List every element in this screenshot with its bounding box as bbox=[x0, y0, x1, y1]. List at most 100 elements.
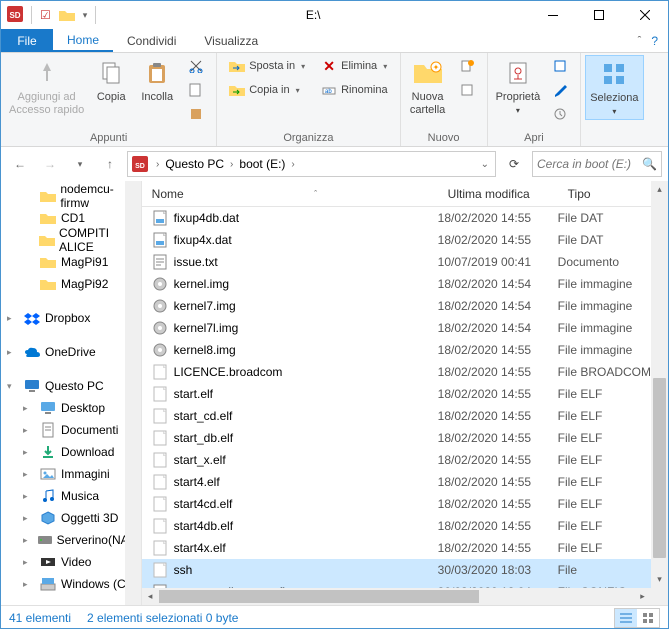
select-button[interactable]: Seleziona▾ bbox=[585, 55, 643, 120]
file-row[interactable]: kernel7l.img18/02/2020 14:54File immagin… bbox=[142, 317, 651, 339]
expand-icon[interactable]: ▸ bbox=[7, 313, 19, 324]
column-name[interactable]: Nome bbox=[152, 187, 184, 201]
nav-item[interactable]: ▸OneDrive bbox=[1, 341, 141, 363]
recent-locations-dropdown[interactable]: ▾ bbox=[67, 151, 93, 177]
file-tab[interactable]: File bbox=[1, 29, 53, 52]
file-row[interactable]: LICENCE.broadcom18/02/2020 14:55File BRO… bbox=[142, 361, 651, 383]
expand-icon[interactable]: ▸ bbox=[23, 425, 35, 436]
nav-item[interactable]: ▸Dropbox bbox=[1, 307, 141, 329]
move-to-button[interactable]: Sposta in▾ bbox=[225, 55, 309, 77]
horizontal-scrollbar[interactable]: ◂▸ bbox=[142, 588, 651, 605]
view-tab[interactable]: Visualizza bbox=[190, 29, 272, 52]
ribbon-collapse-icon[interactable]: ˆ bbox=[638, 35, 642, 47]
navigation-pane[interactable]: nodemcu-firmwCD1COMPITI ALICEMagPi91MagP… bbox=[1, 181, 141, 605]
new-folder-button[interactable]: ✦ Nuova cartella bbox=[405, 55, 451, 118]
expand-icon[interactable]: ▾ bbox=[7, 381, 19, 392]
nav-item[interactable]: ▸Desktop bbox=[1, 397, 141, 419]
history-button[interactable] bbox=[548, 103, 572, 125]
properties-button[interactable]: Proprietà▾ bbox=[492, 55, 545, 118]
pin-button[interactable]: Aggiungi ad Accesso rapido bbox=[5, 55, 88, 118]
file-row[interactable]: wpa_supplicant.config30/03/2020 18:04Fil… bbox=[142, 581, 651, 588]
file-row[interactable]: fixup4db.dat18/02/2020 14:55File DAT bbox=[142, 207, 651, 229]
expand-icon[interactable]: ▸ bbox=[23, 447, 35, 458]
expand-icon[interactable]: ▸ bbox=[23, 557, 35, 568]
copy-button[interactable]: Copia bbox=[88, 55, 134, 106]
file-row[interactable]: start_db.elf18/02/2020 14:55File ELF bbox=[142, 427, 651, 449]
share-tab[interactable]: Condividi bbox=[113, 29, 190, 52]
rename-button[interactable]: abRinomina bbox=[317, 79, 391, 101]
help-icon[interactable]: ? bbox=[651, 34, 658, 48]
refresh-button[interactable]: ⟳ bbox=[500, 151, 528, 177]
maximize-button[interactable] bbox=[576, 1, 622, 29]
file-row[interactable]: fixup4x.dat18/02/2020 14:55File DAT bbox=[142, 229, 651, 251]
file-row[interactable]: kernel7.img18/02/2020 14:54File immagine bbox=[142, 295, 651, 317]
expand-icon[interactable]: ▸ bbox=[7, 347, 19, 358]
file-row[interactable]: kernel.img18/02/2020 14:54File immagine bbox=[142, 273, 651, 295]
nav-item[interactable]: nodemcu-firmw bbox=[1, 185, 141, 207]
breadcrumb-root-chevron[interactable]: › bbox=[152, 159, 163, 170]
breadcrumb-seg-thispc[interactable]: Questo PC bbox=[165, 157, 224, 171]
nav-item[interactable]: MagPi91 bbox=[1, 251, 141, 273]
search-icon[interactable]: 🔍 bbox=[642, 157, 657, 171]
nav-item[interactable]: ▸Video bbox=[1, 551, 141, 573]
delete-button[interactable]: ✕Elimina▾ bbox=[317, 55, 391, 77]
expand-icon[interactable]: ▸ bbox=[23, 579, 35, 590]
back-button[interactable]: ← bbox=[7, 151, 33, 177]
search-input[interactable] bbox=[537, 157, 638, 171]
view-large-icons-button[interactable] bbox=[637, 609, 659, 627]
column-type[interactable]: Tipo bbox=[558, 187, 651, 201]
cut-button[interactable] bbox=[184, 55, 208, 77]
view-details-button[interactable] bbox=[615, 609, 637, 627]
file-list[interactable]: fixup4db.dat18/02/2020 14:55File DATfixu… bbox=[142, 207, 651, 588]
new-item-button[interactable] bbox=[455, 55, 479, 77]
file-row[interactable]: start.elf18/02/2020 14:55File ELF bbox=[142, 383, 651, 405]
nav-item[interactable]: ▸Musica bbox=[1, 485, 141, 507]
expand-icon[interactable]: ▸ bbox=[23, 403, 35, 414]
file-row[interactable]: kernel8.img18/02/2020 14:55File immagine bbox=[142, 339, 651, 361]
file-row[interactable]: start4cd.elf18/02/2020 14:55File ELF bbox=[142, 493, 651, 515]
forward-button[interactable]: → bbox=[37, 151, 63, 177]
file-row[interactable]: start_x.elf18/02/2020 14:55File ELF bbox=[142, 449, 651, 471]
nav-item[interactable]: ▸Documenti bbox=[1, 419, 141, 441]
expand-icon[interactable]: ▸ bbox=[23, 535, 33, 546]
breadcrumb-chevron[interactable]: › bbox=[287, 159, 298, 170]
navpane-scrollbar[interactable] bbox=[125, 181, 141, 605]
breadcrumb-history-dropdown[interactable]: ⌄ bbox=[477, 159, 493, 170]
nav-item[interactable]: ▸Oggetti 3D bbox=[1, 507, 141, 529]
qat-properties-icon[interactable]: ☑ bbox=[40, 8, 51, 22]
home-tab[interactable]: Home bbox=[53, 29, 113, 52]
file-row[interactable]: start_cd.elf18/02/2020 14:55File ELF bbox=[142, 405, 651, 427]
open-button[interactable] bbox=[548, 55, 572, 77]
file-row[interactable]: ssh30/03/2020 18:03File bbox=[142, 559, 651, 581]
column-modified[interactable]: Ultima modifica bbox=[438, 187, 558, 201]
qat-dropdown-icon[interactable]: ▾ bbox=[83, 10, 88, 21]
nav-item[interactable]: ▾Questo PC bbox=[1, 375, 141, 397]
nav-item[interactable]: COMPITI ALICE bbox=[1, 229, 141, 251]
expand-icon[interactable]: ▸ bbox=[23, 491, 35, 502]
qat-folder-icon[interactable] bbox=[59, 9, 75, 21]
close-button[interactable] bbox=[622, 1, 668, 29]
file-row[interactable]: start4x.elf18/02/2020 14:55File ELF bbox=[142, 537, 651, 559]
edit-button[interactable] bbox=[548, 79, 572, 101]
up-button[interactable]: ↑ bbox=[97, 151, 123, 177]
vertical-scrollbar[interactable]: ▴ ▾ bbox=[651, 181, 668, 605]
breadcrumb[interactable]: SD › Questo PC › boot (E:) › ⌄ bbox=[127, 151, 496, 177]
nav-item[interactable]: ▸Immagini bbox=[1, 463, 141, 485]
column-headers[interactable]: Nomeˆ Ultima modifica Tipo bbox=[142, 181, 651, 207]
file-row[interactable]: issue.txt10/07/2019 00:41Documento bbox=[142, 251, 651, 273]
expand-icon[interactable]: ▸ bbox=[23, 469, 35, 480]
nav-item[interactable]: ▸Windows (C:) bbox=[1, 573, 141, 595]
nav-item[interactable]: MagPi92 bbox=[1, 273, 141, 295]
easy-access-button[interactable] bbox=[455, 79, 479, 101]
breadcrumb-seg-boot[interactable]: boot (E:) bbox=[239, 157, 285, 171]
paste-button[interactable]: Incolla bbox=[134, 55, 180, 106]
paste-shortcut-button[interactable] bbox=[184, 103, 208, 125]
expand-icon[interactable]: ▸ bbox=[23, 513, 35, 524]
copy-path-button[interactable] bbox=[184, 79, 208, 101]
file-row[interactable]: start4.elf18/02/2020 14:55File ELF bbox=[142, 471, 651, 493]
breadcrumb-chevron[interactable]: › bbox=[226, 159, 237, 170]
nav-item[interactable]: ▸Download bbox=[1, 441, 141, 463]
nav-item[interactable]: ▸Serverino(NAS) bbox=[1, 529, 141, 551]
minimize-button[interactable] bbox=[530, 1, 576, 29]
search-box[interactable]: 🔍 bbox=[532, 151, 662, 177]
